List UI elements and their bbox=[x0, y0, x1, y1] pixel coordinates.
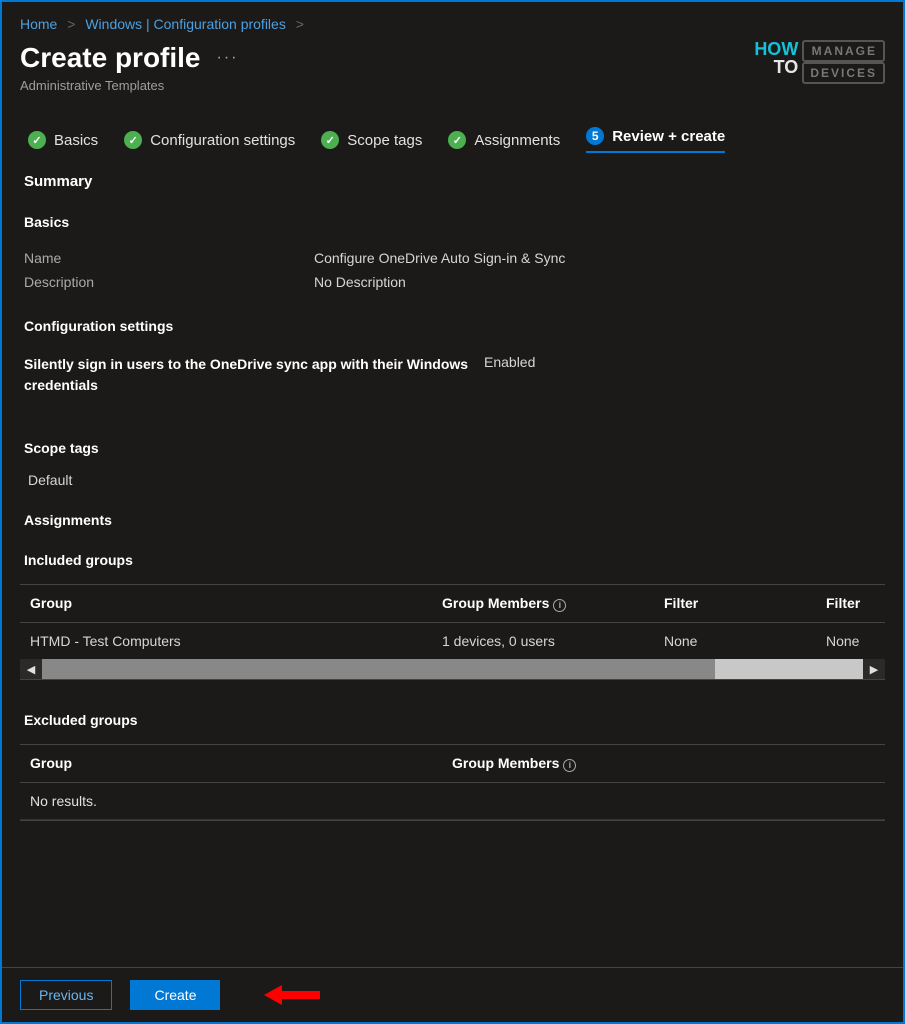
scroll-left-icon[interactable]: ◀ bbox=[20, 659, 42, 679]
config-heading: Configuration settings bbox=[24, 318, 885, 334]
step-assignments[interactable]: Assignments bbox=[448, 131, 560, 149]
scroll-thumb[interactable] bbox=[42, 659, 715, 679]
create-button[interactable]: Create bbox=[130, 980, 220, 1010]
basics-name-label: Name bbox=[24, 250, 314, 266]
col-group-members: Group Membersi bbox=[452, 755, 875, 772]
step-label: Basics bbox=[54, 132, 98, 149]
scope-value: Default bbox=[28, 472, 885, 488]
col-group: Group bbox=[30, 595, 430, 612]
horizontal-scrollbar[interactable]: ◀ ▶ bbox=[20, 659, 885, 679]
col-filter: Filter bbox=[664, 595, 814, 612]
basics-heading: Basics bbox=[24, 214, 885, 230]
cell-members: 1 devices, 0 users bbox=[442, 633, 652, 649]
cell-filter: None bbox=[664, 633, 814, 649]
chevron-right-icon: > bbox=[67, 16, 75, 32]
summary-heading: Summary bbox=[24, 173, 885, 190]
step-number-icon: 5 bbox=[586, 127, 604, 145]
step-scope-tags[interactable]: Scope tags bbox=[321, 131, 422, 149]
scroll-right-icon[interactable]: ▶ bbox=[863, 659, 885, 679]
check-icon bbox=[28, 131, 46, 149]
check-icon bbox=[448, 131, 466, 149]
excluded-groups-table: Group Group Membersi No results. bbox=[20, 744, 885, 821]
logo-text-to: TO bbox=[754, 58, 798, 76]
chevron-right-icon: > bbox=[296, 16, 304, 32]
step-label: Configuration settings bbox=[150, 132, 295, 149]
basics-description-label: Description bbox=[24, 274, 314, 290]
annotation-arrow-icon bbox=[262, 981, 322, 1009]
basics-name-value: Configure OneDrive Auto Sign-in & Sync bbox=[314, 250, 565, 266]
basics-description-value: No Description bbox=[314, 274, 406, 290]
step-basics[interactable]: Basics bbox=[28, 131, 98, 149]
step-label: Assignments bbox=[474, 132, 560, 149]
empty-text: No results. bbox=[30, 793, 97, 809]
assignments-heading: Assignments bbox=[24, 512, 885, 528]
logo-text-how: HOW bbox=[754, 40, 798, 58]
cell-group: HTMD - Test Computers bbox=[30, 633, 430, 649]
breadcrumb-home[interactable]: Home bbox=[20, 16, 57, 32]
previous-button[interactable]: Previous bbox=[20, 980, 112, 1010]
scroll-track[interactable] bbox=[42, 659, 863, 679]
step-label: Scope tags bbox=[347, 132, 422, 149]
check-icon bbox=[321, 131, 339, 149]
info-icon[interactable]: i bbox=[553, 599, 566, 612]
included-groups-heading: Included groups bbox=[24, 552, 885, 568]
breadcrumb: Home > Windows | Configuration profiles … bbox=[20, 16, 885, 32]
wizard-steps: Basics Configuration settings Scope tags… bbox=[20, 127, 885, 153]
more-menu-icon[interactable]: ··· bbox=[217, 49, 239, 67]
col-group-members: Group Membersi bbox=[442, 595, 652, 612]
footer-actions: Previous Create bbox=[2, 967, 903, 1022]
step-label: Review + create bbox=[612, 128, 725, 145]
check-icon bbox=[124, 131, 142, 149]
config-setting-value: Enabled bbox=[484, 354, 535, 370]
col-group: Group bbox=[30, 755, 440, 772]
table-row-empty: No results. bbox=[20, 783, 885, 820]
logo-text-manage: MANAGE bbox=[802, 40, 885, 62]
logo-text-devices: DEVICES bbox=[802, 62, 885, 84]
table-row[interactable]: HTMD - Test Computers 1 devices, 0 users… bbox=[20, 623, 885, 660]
col-filter-2: Filter bbox=[826, 595, 875, 612]
cell-filter-2: None bbox=[826, 633, 875, 649]
info-icon[interactable]: i bbox=[563, 759, 576, 772]
config-setting-label: Silently sign in users to the OneDrive s… bbox=[24, 354, 484, 396]
page-title: Create profile bbox=[20, 42, 201, 74]
scope-heading: Scope tags bbox=[24, 440, 885, 456]
brand-logo: HOW TO MANAGE DEVICES bbox=[754, 40, 885, 84]
included-groups-table: Group Group Membersi Filter Filter HTMD … bbox=[20, 584, 885, 680]
step-configuration[interactable]: Configuration settings bbox=[124, 131, 295, 149]
step-review-create[interactable]: 5 Review + create bbox=[586, 127, 725, 153]
breadcrumb-windows-config[interactable]: Windows | Configuration profiles bbox=[85, 16, 286, 32]
excluded-groups-heading: Excluded groups bbox=[24, 712, 885, 728]
